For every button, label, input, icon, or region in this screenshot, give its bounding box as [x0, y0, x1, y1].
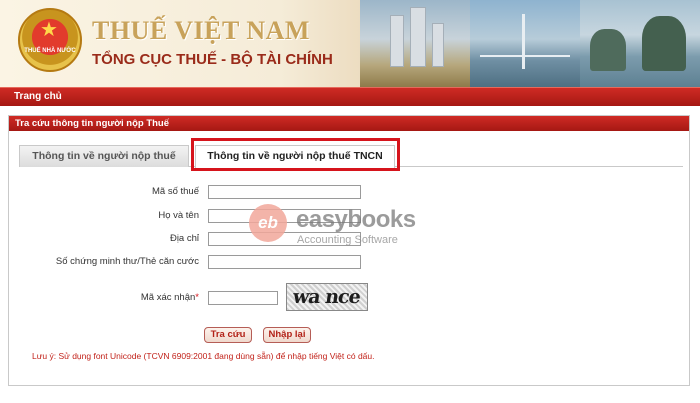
national-emblem-icon: ★ THUẾ NHÀ NƯỚC	[18, 8, 82, 72]
nav-home-link[interactable]: Trang chủ	[14, 91, 62, 102]
tax-code-label: Mã số thuế	[152, 186, 199, 197]
required-mark: *	[195, 292, 199, 303]
captcha-label-text: Mã xác nhận	[140, 292, 196, 303]
main-navbar: Trang chủ	[0, 87, 700, 106]
easybooks-logo-icon: eb	[249, 204, 287, 242]
banner-photo-bay	[580, 0, 700, 87]
star-icon: ★	[40, 19, 58, 41]
active-tab-highlight	[191, 138, 400, 171]
full-name-label: Họ và tên	[158, 210, 199, 221]
address-label: Địa chỉ	[169, 233, 199, 244]
emblem-text: THUẾ NHÀ NƯỚC	[24, 48, 76, 54]
id-card-label: Số chứng minh thư/Thẻ căn cước	[55, 256, 199, 267]
panel-title: Tra cứu thông tin người nộp Thuế	[15, 118, 170, 129]
watermark-brand: easybooks	[296, 206, 416, 233]
search-button[interactable]: Tra cứu	[204, 327, 252, 343]
site-title: THUẾ VIỆT NAM	[92, 16, 310, 45]
captcha-image: wa nce	[286, 283, 368, 311]
site-subtitle: TỔNG CỤC THUẾ - BỘ TÀI CHÍNH	[92, 51, 333, 68]
tab-taxpayer-info[interactable]: Thông tin về người nộp thuế	[19, 145, 189, 167]
tax-code-input[interactable]	[208, 185, 361, 199]
banner-photo-bridge	[470, 0, 580, 87]
watermark-tagline: Accounting Software	[297, 234, 398, 246]
id-card-input[interactable]	[208, 255, 361, 269]
captcha-input[interactable]	[208, 291, 278, 305]
captcha-image-text: wa nce	[291, 286, 362, 308]
site-header: ★ THUẾ NHÀ NƯỚC THUẾ VIỆT NAM TỔNG CỤC T…	[0, 0, 700, 87]
captcha-label: Mã xác nhận*	[119, 292, 199, 303]
panel-header: Tra cứu thông tin người nộp Thuế	[9, 116, 689, 131]
taxpayer-lookup-panel: Tra cứu thông tin người nộp Thuế Thông t…	[8, 115, 690, 386]
banner-photo-city	[360, 0, 470, 87]
watermark-logo-text: eb	[258, 213, 278, 232]
unicode-note: Lưu ý: Sử dụng font Unicode (TCVN 6909:2…	[32, 351, 375, 361]
reset-button[interactable]: Nhập lại	[263, 327, 311, 343]
